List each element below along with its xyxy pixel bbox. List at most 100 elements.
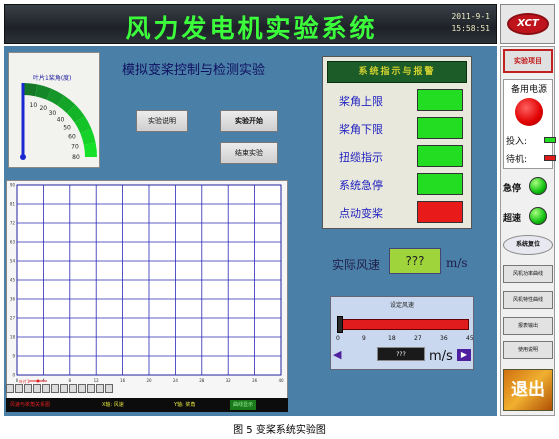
chart-x-tick-label: 20 bbox=[146, 378, 152, 383]
backup-power-panel: 备用电源 投入: 待机: bbox=[503, 79, 556, 169]
chart-x-tick-label: 16 bbox=[120, 378, 126, 383]
chart-x-tick-label: 8 bbox=[69, 378, 72, 383]
chart-x-tick-label: 36 bbox=[252, 378, 258, 383]
chart-y-tick-label: 27 bbox=[10, 316, 16, 321]
exit-button[interactable]: 退出 bbox=[503, 369, 553, 411]
chart-status-x: X轴: 风速 bbox=[102, 402, 124, 408]
power-curve-button[interactable]: 风机功率曲线 bbox=[503, 265, 553, 283]
chart-tool-icon[interactable] bbox=[60, 384, 68, 393]
status-lamp-cable-twist bbox=[417, 145, 463, 167]
chart-status-title: 风速与桨角关系图 bbox=[10, 402, 51, 408]
chart-y-tick-label: 90 bbox=[10, 183, 16, 188]
chart-y-tick-label: 81 bbox=[10, 202, 16, 207]
wind-set-value: ??? bbox=[377, 347, 425, 361]
status-label-upper-limit: 桨角上限 bbox=[339, 95, 383, 108]
side-panel: 实验项目 备用电源 投入: 待机: 急停 超速 系统复位 风机功率曲线 风机特性… bbox=[500, 46, 556, 416]
gauge-tick-label: 20 bbox=[39, 105, 47, 112]
report-output-button[interactable]: 报表输出 bbox=[503, 317, 553, 335]
backup-power-lamp bbox=[515, 98, 543, 126]
chart-tool-icon[interactable] bbox=[42, 384, 50, 393]
chart-status-y: Y轴: 桨角 bbox=[174, 402, 196, 408]
chart-tool-icon[interactable] bbox=[15, 384, 23, 393]
experiment-manual-button[interactable]: 实验说明 bbox=[136, 110, 188, 132]
chart-x-tick-label: 12 bbox=[94, 378, 100, 383]
characteristic-curve-button[interactable]: 风机特性曲线 bbox=[503, 291, 553, 309]
chart-tool-icon[interactable] bbox=[69, 384, 77, 393]
chart-y-tick-label: 9 bbox=[12, 354, 15, 359]
wind-set-slider[interactable] bbox=[339, 319, 469, 330]
status-label-cable-twist: 扭缆指示 bbox=[339, 151, 383, 164]
gauge-arc-segment bbox=[23, 83, 38, 97]
wind-set-tick-label: 9 bbox=[362, 335, 366, 342]
logo: XCT bbox=[500, 4, 555, 44]
gauge-label: 叶片1桨角(度) bbox=[33, 75, 72, 82]
chart-tool-icon[interactable] bbox=[33, 384, 41, 393]
overspeed-label: 超速 bbox=[503, 214, 522, 224]
wind-speed-unit: m/s bbox=[446, 256, 468, 270]
gauge-tick-label: 40 bbox=[57, 117, 65, 124]
datetime: 2011-9-1 15:58:51 bbox=[451, 11, 490, 35]
status-label-lower-limit: 桨角下限 bbox=[339, 123, 383, 136]
wind-set-tick-label: 18 bbox=[388, 335, 396, 342]
chart-x-tick-label: 40 bbox=[278, 378, 284, 383]
show-curve-button[interactable]: 曲线显示 bbox=[230, 400, 257, 410]
date-text: 2011-9-1 bbox=[451, 12, 490, 21]
standby-indicator bbox=[544, 155, 556, 161]
chart-tool-icon[interactable] bbox=[6, 384, 14, 393]
input-indicator bbox=[544, 137, 556, 143]
gauge-tick-label: 50 bbox=[63, 125, 71, 132]
status-lamp-jog-pitch bbox=[417, 201, 463, 223]
chart-y-tick-label: 45 bbox=[10, 278, 16, 283]
status-lamp-lower-limit bbox=[417, 117, 463, 139]
wind-set-tick-label: 0 bbox=[336, 335, 340, 342]
increase-wind-icon[interactable]: ▶ bbox=[457, 349, 471, 361]
chart-y-tick-label: 54 bbox=[10, 259, 16, 264]
wind-set-slider-handle[interactable] bbox=[337, 316, 343, 333]
experiment-items-button[interactable]: 实验项目 bbox=[503, 49, 553, 73]
status-label-jog-pitch: 点动变桨 bbox=[339, 207, 383, 220]
chart-tool-icon[interactable] bbox=[105, 384, 113, 393]
start-experiment-button[interactable]: 实验开始 bbox=[220, 110, 278, 132]
time-text: 15:58:51 bbox=[451, 24, 490, 33]
end-experiment-button[interactable]: 结束实验 bbox=[220, 142, 278, 164]
chart-tool-icon[interactable] bbox=[87, 384, 95, 393]
title-bar: 风力发电机实验系统 2011-9-1 15:58:51 bbox=[4, 4, 497, 44]
chart-tool-icon[interactable] bbox=[78, 384, 86, 393]
estop-label: 急停 bbox=[503, 184, 522, 194]
logo-mark: XCT bbox=[507, 13, 549, 35]
status-alarm-panel: 系统指示与报警 桨角上限 桨角下限 扭缆指示 系统急停 点动变桨 bbox=[322, 56, 472, 229]
chart-tool-icon[interactable] bbox=[96, 384, 104, 393]
wind-set-unit: m/s bbox=[429, 349, 453, 364]
wind-speed-value: ??? bbox=[389, 248, 441, 274]
wind-set-title: 设定风速 bbox=[389, 302, 414, 309]
gauge-dial: 01020304050607080 bbox=[20, 83, 97, 161]
chart-y-tick-label: 18 bbox=[10, 335, 16, 340]
chart-y-tick-label: 63 bbox=[10, 240, 16, 245]
chart-tool-icon[interactable] bbox=[24, 384, 32, 393]
backup-power-title: 备用电源 bbox=[510, 85, 547, 95]
system-reset-button[interactable]: 系统复位 bbox=[503, 235, 553, 255]
gauge-tick-label: 70 bbox=[71, 144, 79, 151]
chart-legend-marker bbox=[36, 379, 40, 383]
chart-status-strip: 风速与桨角关系图 X轴: 风速 Y轴: 桨角 曲线显示 bbox=[6, 398, 288, 412]
chart-toolbar bbox=[6, 384, 132, 394]
chart-y-tick-label: 72 bbox=[10, 221, 16, 226]
decrease-wind-icon[interactable]: ◀ bbox=[333, 349, 345, 361]
gauge-tick-label: 10 bbox=[30, 102, 38, 109]
wind-set-tick-label: 27 bbox=[414, 335, 422, 342]
chart-x-tick-label: 24 bbox=[173, 378, 179, 383]
chart-tool-icon[interactable] bbox=[51, 384, 59, 393]
user-guide-button[interactable]: 使用说明 bbox=[503, 341, 553, 359]
status-label-emergency-stop: 系统急停 bbox=[339, 179, 383, 192]
gauge-tick-label: 60 bbox=[68, 134, 76, 141]
wind-set-panel: 设定风速 0 9 18 27 36 45 ◀ ??? m/s ▶ bbox=[330, 296, 474, 370]
standby-label: 待机: bbox=[506, 155, 528, 165]
overspeed-lamp bbox=[529, 207, 547, 225]
status-lamp-emergency-stop bbox=[417, 173, 463, 195]
main-panel: 01020304050607080 叶片1桨角(度) 模拟变桨控制与检测实验 实… bbox=[4, 46, 497, 416]
chart-x-tick-label: 32 bbox=[226, 378, 232, 383]
chart-canvas: 048121620242832364009182736455463728190叶… bbox=[10, 183, 284, 385]
wind-set-tick-label: 36 bbox=[440, 335, 448, 342]
app-title: 风力发电机实验系统 bbox=[125, 14, 378, 43]
status-lamp-upper-limit bbox=[417, 89, 463, 111]
